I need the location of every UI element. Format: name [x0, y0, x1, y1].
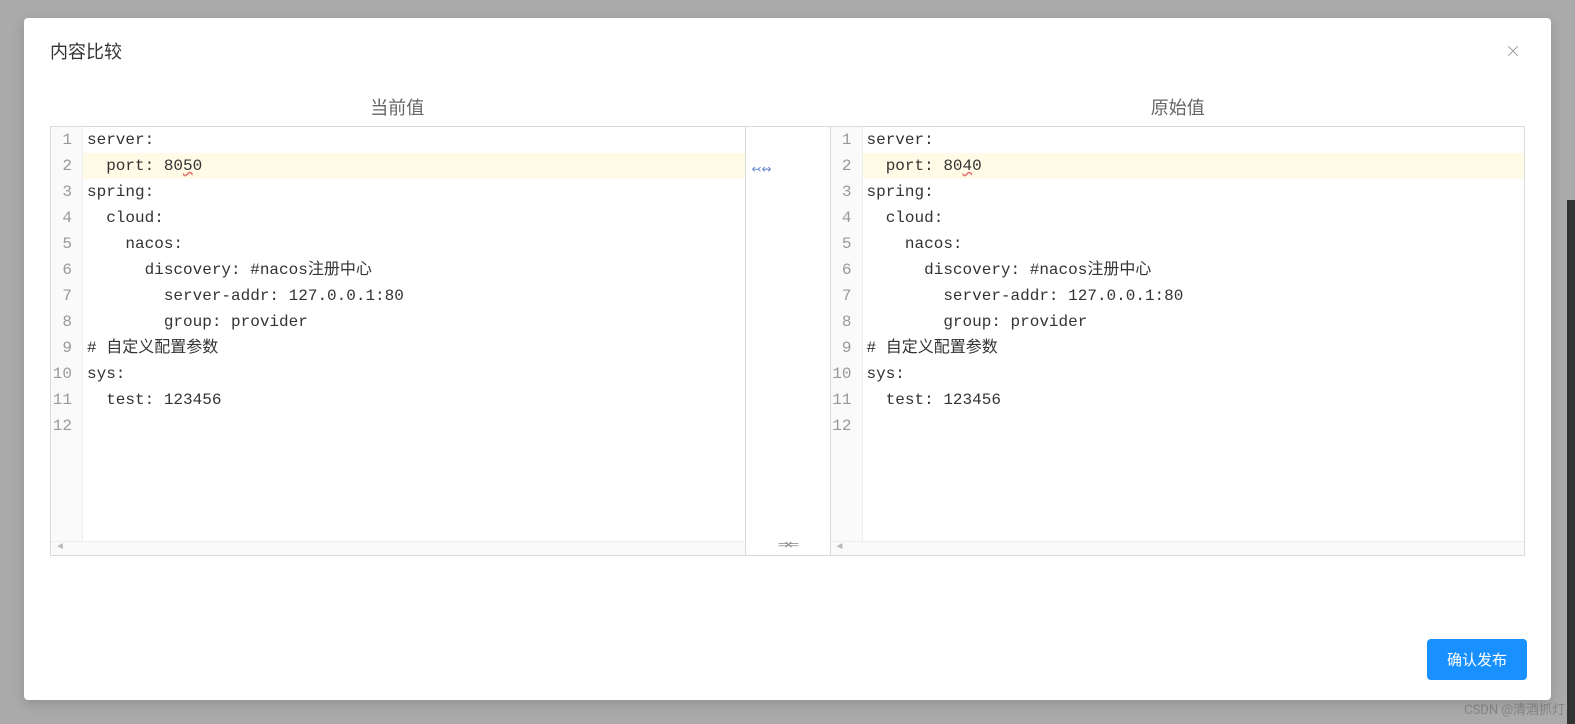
- code-panel-right[interactable]: server: port: 8040spring: cloud: nacos: …: [863, 127, 1525, 541]
- line-number: 3: [831, 179, 852, 205]
- code-line: discovery: #nacos注册中心: [863, 257, 1525, 283]
- line-number: 1: [831, 127, 852, 153]
- hscroll-right[interactable]: [831, 541, 1525, 555]
- code-line: [83, 413, 745, 439]
- line-number: 5: [51, 231, 72, 257]
- code-line: spring:: [863, 179, 1525, 205]
- confirm-publish-button[interactable]: 确认发布: [1427, 639, 1527, 680]
- line-gutter-left: 123456789101112: [51, 127, 83, 541]
- diff-pane-left[interactable]: 123456789101112 server: port: 8050spring…: [51, 127, 745, 555]
- modal-body: 当前值 原始值 123456789101112 server: port: 80…: [24, 74, 1551, 625]
- line-number: 2: [831, 153, 852, 179]
- code-line: port: 8040: [863, 153, 1525, 179]
- diff-pane-right[interactable]: 123456789101112 server: port: 8040spring…: [831, 127, 1525, 555]
- line-number: 1: [51, 127, 72, 153]
- diff-changed-char: 4: [963, 157, 973, 175]
- line-number: 10: [51, 361, 72, 387]
- current-value-title: 当前值: [50, 94, 745, 120]
- code-line: [863, 413, 1525, 439]
- content-compare-modal: 内容比较 当前值 原始值 123456789101112 server: por…: [24, 18, 1551, 700]
- line-number: 11: [51, 387, 72, 413]
- close-icon[interactable]: [1501, 39, 1525, 63]
- code-line: cloud:: [83, 205, 745, 231]
- line-number: 4: [831, 205, 852, 231]
- diff-changed-char: 5: [183, 157, 193, 175]
- code-line: group: provider: [83, 309, 745, 335]
- code-line: discovery: #nacos注册中心: [83, 257, 745, 283]
- line-number: 12: [51, 413, 72, 439]
- code-line: sys:: [83, 361, 745, 387]
- code-line: test: 123456: [863, 387, 1525, 413]
- hscroll-left[interactable]: [51, 541, 745, 555]
- line-number: 8: [51, 309, 72, 335]
- title-spacer: [745, 94, 831, 120]
- code-line: cloud:: [863, 205, 1525, 231]
- code-line: server:: [83, 127, 745, 153]
- code-line: nacos:: [863, 231, 1525, 257]
- code-line: group: provider: [863, 309, 1525, 335]
- modal-title: 内容比较: [50, 38, 122, 64]
- code-line: server-addr: 127.0.0.1:80: [863, 283, 1525, 309]
- line-number: 10: [831, 361, 852, 387]
- line-number: 4: [51, 205, 72, 231]
- line-number: 7: [831, 283, 852, 309]
- line-number: 7: [51, 283, 72, 309]
- line-number: 9: [51, 335, 72, 361]
- code-line: spring:: [83, 179, 745, 205]
- line-number: 9: [831, 335, 852, 361]
- original-value-title: 原始值: [831, 94, 1526, 120]
- line-number: 3: [51, 179, 72, 205]
- line-number: 6: [51, 257, 72, 283]
- code-line: nacos:: [83, 231, 745, 257]
- diff-container: 123456789101112 server: port: 8050spring…: [50, 126, 1525, 556]
- line-number: 2: [51, 153, 72, 179]
- code-line: server:: [863, 127, 1525, 153]
- diff-pane-titles: 当前值 原始值: [50, 94, 1525, 120]
- code-line: test: 123456: [83, 387, 745, 413]
- modal-footer: 确认发布: [24, 625, 1551, 700]
- watermark-text: CSDN @清酒抓灯: [1464, 699, 1565, 718]
- diff-sync-arrows-icon: ⇒⇐: [746, 537, 830, 553]
- code-panel-left[interactable]: server: port: 8050spring: cloud: nacos: …: [83, 127, 745, 541]
- modal-header: 内容比较: [24, 18, 1551, 74]
- line-number: 12: [831, 413, 852, 439]
- line-number: 11: [831, 387, 852, 413]
- code-line: sys:: [863, 361, 1525, 387]
- line-gutter-right: 123456789101112: [831, 127, 863, 541]
- diff-center-gutter: ↢↭ ⇒⇐: [745, 127, 831, 555]
- code-line: server-addr: 127.0.0.1:80: [83, 283, 745, 309]
- code-line: # 自定义配置参数: [83, 335, 745, 361]
- diff-change-connector-icon: ↢↭: [746, 159, 830, 179]
- line-number: 6: [831, 257, 852, 283]
- page-right-shadow: [1567, 200, 1575, 724]
- code-line: # 自定义配置参数: [863, 335, 1525, 361]
- line-number: 5: [831, 231, 852, 257]
- code-line: port: 8050: [83, 153, 745, 179]
- line-number: 8: [831, 309, 852, 335]
